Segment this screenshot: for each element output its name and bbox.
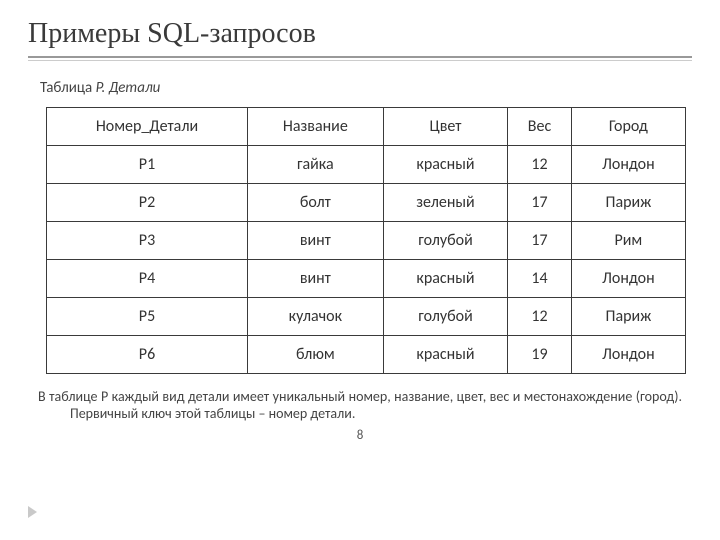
col-header: Название [247, 108, 383, 146]
caption-name: P. Детали [96, 79, 161, 97]
cell: зеленый [383, 184, 508, 222]
col-header: Номер_Детали [47, 108, 248, 146]
cell: P3 [47, 222, 248, 260]
slide-title: Примеры SQL-запросов [28, 18, 692, 50]
table-row: P3 винт голубой 17 Рим [47, 222, 686, 260]
col-header: Город [571, 108, 685, 146]
next-arrow-icon [28, 506, 37, 518]
slide-container: Примеры SQL-запросов Таблица P. Детали Н… [0, 0, 720, 453]
cell: P5 [47, 298, 248, 336]
table-header-row: Номер_Детали Название Цвет Вес Город [47, 108, 686, 146]
cell: 17 [508, 222, 572, 260]
cell: 14 [508, 260, 572, 298]
cell: гайка [247, 146, 383, 184]
cell: Лондон [571, 336, 685, 374]
caption-prefix: Таблица [40, 79, 96, 97]
cell: блюм [247, 336, 383, 374]
cell: Париж [571, 298, 685, 336]
cell: голубой [383, 222, 508, 260]
table-row: P6 блюм красный 19 Лондон [47, 336, 686, 374]
cell: 19 [508, 336, 572, 374]
cell: P2 [47, 184, 248, 222]
cell: голубой [383, 298, 508, 336]
col-header: Цвет [383, 108, 508, 146]
cell: Лондон [571, 146, 685, 184]
cell: болт [247, 184, 383, 222]
col-header: Вес [508, 108, 572, 146]
cell: P1 [47, 146, 248, 184]
cell: Париж [571, 184, 685, 222]
cell: винт [247, 222, 383, 260]
table-row: P1 гайка красный 12 Лондон [47, 146, 686, 184]
cell: Рим [571, 222, 685, 260]
table-caption: Таблица P. Детали [40, 79, 692, 97]
slide-number: 8 [28, 428, 692, 443]
cell: кулачок [247, 298, 383, 336]
cell: винт [247, 260, 383, 298]
cell: 17 [508, 184, 572, 222]
title-rule [28, 56, 692, 61]
cell: Лондон [571, 260, 685, 298]
cell: 12 [508, 146, 572, 184]
cell: красный [383, 260, 508, 298]
cell: 12 [508, 298, 572, 336]
table-row: P2 болт зеленый 17 Париж [47, 184, 686, 222]
cell: красный [383, 336, 508, 374]
cell: P6 [47, 336, 248, 374]
table-row: P4 винт красный 14 Лондон [47, 260, 686, 298]
data-table: Номер_Детали Название Цвет Вес Город P1 … [46, 107, 686, 374]
cell: P4 [47, 260, 248, 298]
footnote-text: В таблице P каждый вид детали имеет уник… [38, 388, 682, 422]
table-row: P5 кулачок голубой 12 Париж [47, 298, 686, 336]
cell: красный [383, 146, 508, 184]
